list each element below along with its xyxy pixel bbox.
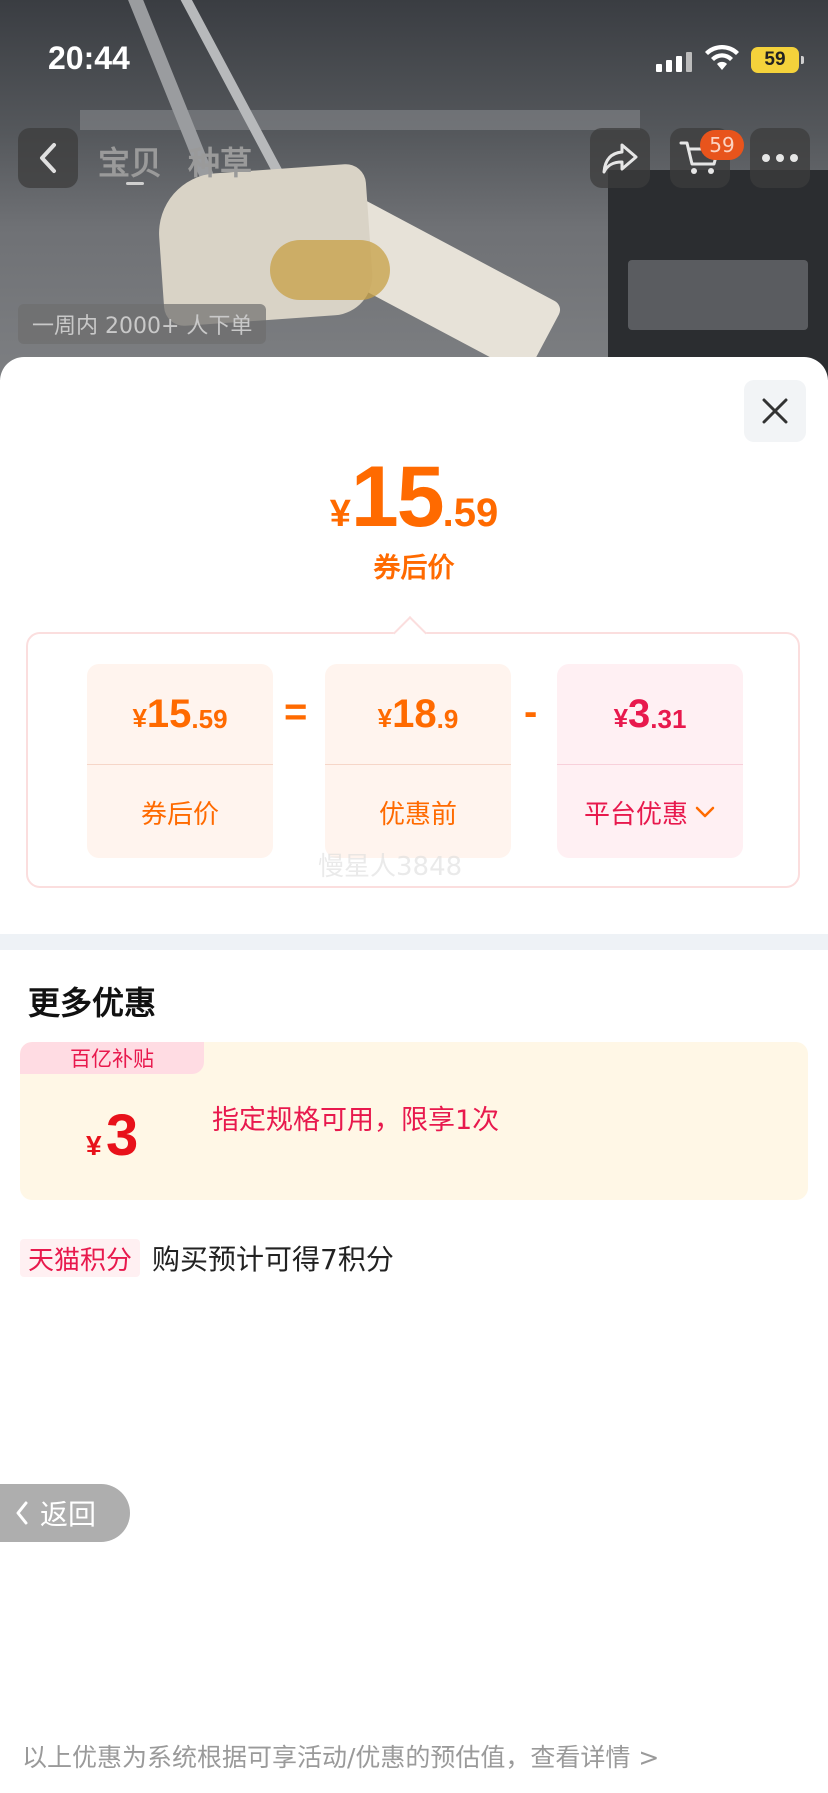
chevron-left-icon (16, 1501, 28, 1525)
user-watermark: 慢星人3848 (318, 852, 463, 882)
price-currency: ¥ (329, 493, 351, 535)
battery-icon: 59 (751, 47, 804, 73)
equals-sign: = (284, 690, 308, 734)
coupon-value: 3 (106, 1103, 139, 1168)
section-divider (0, 934, 828, 950)
more-offers-title: 更多优惠 (28, 984, 157, 1022)
card-divider (325, 764, 511, 765)
tab-grass[interactable]: 种草 (188, 138, 252, 184)
cart-count-badge: 59 (700, 130, 744, 160)
after-coupon-label: 券后价 (140, 799, 219, 830)
platform-discount-value: ¥3.31 (557, 664, 743, 764)
points-row: 天猫积分 购买预计可得7积分 (20, 1238, 394, 1278)
decimal: .31 (650, 703, 687, 734)
subsidy-coupon[interactable]: 百亿补贴 ¥ 3 指定规格可用，限享1次 (20, 1042, 808, 1200)
card-divider (87, 764, 273, 765)
points-tag: 天猫积分 (20, 1239, 141, 1277)
price-integer: 15 (350, 449, 445, 545)
status-bar: 20:44 59 (0, 0, 828, 120)
back-button[interactable] (18, 128, 78, 188)
decimal: .9 (436, 703, 459, 734)
close-button[interactable] (744, 380, 806, 442)
battery-level: 59 (764, 49, 786, 70)
platform-discount-card[interactable]: ¥3.31 平台优惠 (557, 664, 743, 858)
currency: ¥ (377, 702, 393, 733)
product-tabs: 宝贝 种草 (98, 138, 252, 185)
coupon-currency: ¥ (86, 1130, 102, 1161)
after-coupon-card: ¥15.59 券后价 (87, 664, 273, 858)
card-divider (557, 764, 743, 765)
integer: 18 (392, 691, 437, 736)
final-price-label: 券后价 (373, 553, 455, 584)
before-discount-label: 优惠前 (378, 799, 457, 830)
photo-handle-detail (270, 240, 390, 300)
price-decimal: .59 (442, 491, 499, 535)
final-price: ¥15.59 (0, 448, 828, 547)
before-discount-card: ¥18.9 优惠前 (325, 664, 511, 858)
close-icon (762, 398, 788, 424)
return-label: 返回 (40, 1498, 97, 1531)
share-icon (602, 143, 638, 174)
before-discount-value: ¥18.9 (325, 664, 511, 764)
wifi-icon (705, 44, 739, 70)
points-text: 购买预计可得7积分 (152, 1243, 394, 1276)
status-time: 20:44 (48, 40, 130, 76)
integer: 3 (628, 691, 651, 736)
more-button[interactable] (750, 128, 810, 188)
photo-drawer (628, 260, 808, 330)
return-button[interactable]: 返回 (0, 1484, 130, 1542)
chevron-left-icon (40, 143, 56, 173)
coupon-description: 指定规格可用，限享1次 (212, 1105, 500, 1136)
integer: 15 (146, 691, 192, 736)
coupon-tag: 百亿补贴 (20, 1042, 204, 1074)
currency: ¥ (613, 702, 629, 733)
chevron-down-icon (695, 806, 715, 818)
currency: ¥ (132, 702, 147, 733)
platform-discount-label: 平台优惠 (583, 799, 688, 830)
minus-sign: - (524, 690, 538, 734)
platform-discount-label-row[interactable]: 平台优惠 (557, 766, 743, 858)
tab-product[interactable]: 宝贝 (98, 138, 162, 185)
after-coupon-value: ¥15.59 (87, 664, 273, 764)
cellular-signal-icon (656, 52, 692, 72)
decimal: .59 (191, 703, 228, 734)
orders-count-chip: 一周内 2000+ 人下单 (18, 304, 267, 344)
disclaimer-link[interactable]: 以上优惠为系统根据可享活动/优惠的预估值，查看详情 > (22, 1738, 659, 1774)
share-button[interactable] (590, 128, 650, 188)
more-dots-icon (762, 154, 798, 162)
coupon-amount: ¥ 3 (86, 1102, 138, 1169)
